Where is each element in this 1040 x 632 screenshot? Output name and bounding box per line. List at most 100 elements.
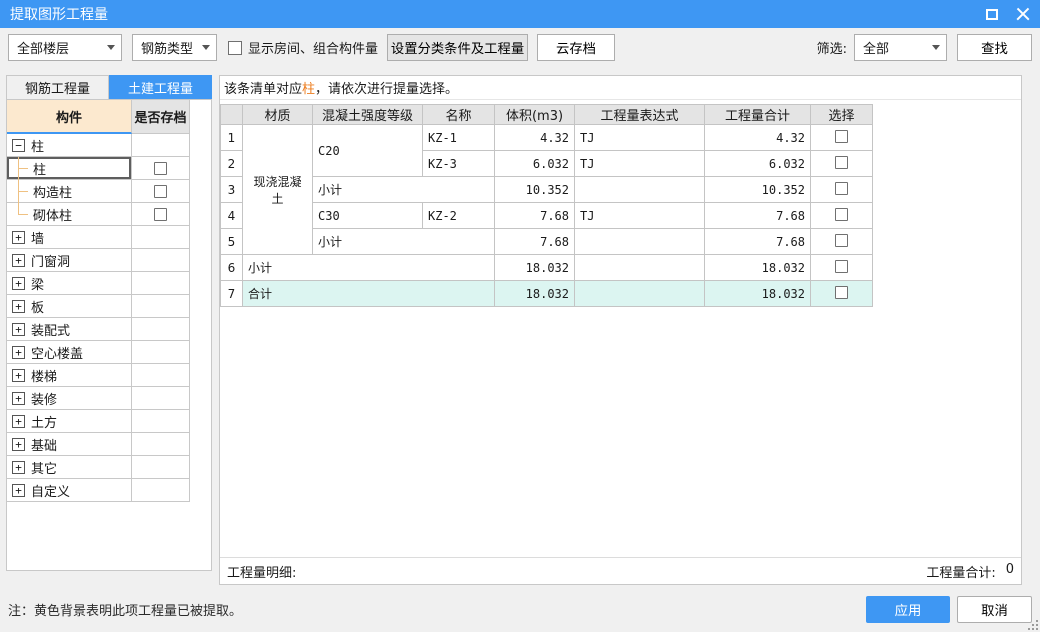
- find-button[interactable]: 查找: [957, 34, 1032, 61]
- tree-item-label-cell[interactable]: + 空心楼盖: [7, 341, 132, 364]
- row-number: 2: [220, 150, 243, 177]
- column-header-混凝土强度等级: 混凝土强度等级: [312, 104, 423, 125]
- tree-item-空心楼盖[interactable]: + 空心楼盖: [7, 341, 190, 364]
- expand-icon[interactable]: +: [12, 483, 25, 497]
- tree-item-label-cell[interactable]: 砌体柱: [7, 202, 132, 226]
- close-icon[interactable]: [1016, 7, 1030, 21]
- cell-total: 18.032: [704, 254, 811, 281]
- tree-item-label-cell[interactable]: + 板: [7, 295, 132, 318]
- tree-item-其它[interactable]: + 其它: [7, 456, 190, 479]
- rebar-type-dropdown[interactable]: 钢筋类型: [132, 34, 217, 61]
- select-checkbox[interactable]: [835, 285, 848, 299]
- tree-item-基础[interactable]: + 基础: [7, 433, 190, 456]
- cell-grade: 小计: [312, 228, 495, 255]
- row-number: 5: [220, 228, 243, 255]
- select-checkbox[interactable]: [835, 259, 848, 273]
- tree-item-土方[interactable]: + 土方: [7, 410, 190, 433]
- tab-rebar-quantity[interactable]: 钢筋工程量: [6, 75, 109, 99]
- cell-name: KZ-1: [422, 124, 495, 151]
- expand-icon[interactable]: +: [12, 322, 25, 336]
- row-number-header: [220, 104, 243, 125]
- tree-item-门窗洞[interactable]: + 门窗洞: [7, 249, 190, 272]
- select-checkbox[interactable]: [835, 155, 848, 169]
- resize-grip[interactable]: [1028, 620, 1038, 630]
- archive-checkbox[interactable]: [154, 161, 167, 175]
- tree-item-楼梯[interactable]: + 楼梯: [7, 364, 190, 387]
- cloud-save-button[interactable]: 云存档: [537, 34, 616, 61]
- expand-icon[interactable]: +: [12, 391, 25, 405]
- column-header-工程量合计: 工程量合计: [704, 104, 811, 125]
- tree-item-label-cell[interactable]: + 土方: [7, 410, 132, 433]
- expand-icon[interactable]: +: [12, 368, 25, 382]
- expand-icon[interactable]: +: [12, 276, 25, 290]
- tree-item-label-cell[interactable]: 柱: [7, 156, 132, 180]
- tree-item-梁[interactable]: + 梁: [7, 272, 190, 295]
- cell-volume: 18.032: [494, 280, 575, 307]
- archive-cell: [132, 410, 190, 433]
- archive-checkbox[interactable]: [154, 184, 167, 198]
- tree-item-label: 墙: [31, 231, 45, 247]
- select-checkbox[interactable]: [835, 129, 848, 143]
- expand-icon[interactable]: +: [12, 460, 25, 474]
- select-checkbox[interactable]: [835, 207, 848, 221]
- set-conditions-button[interactable]: 设置分类条件及工程量: [387, 34, 529, 61]
- tree-item-label-cell[interactable]: + 门窗洞: [7, 249, 132, 272]
- table-row[interactable]: 7 合计 18.032 18.032: [220, 280, 873, 307]
- chevron-down-icon: [932, 45, 940, 50]
- tree-item-墙[interactable]: + 墙: [7, 226, 190, 249]
- table-row[interactable]: 6 小计 18.032 18.032: [220, 254, 873, 281]
- tree-item-label-cell[interactable]: + 楼梯: [7, 364, 132, 387]
- tree-item-自定义[interactable]: + 自定义: [7, 479, 190, 502]
- show-room-checkbox[interactable]: [228, 40, 242, 55]
- select-cell: [810, 176, 873, 203]
- tree-header: 构件 是否存档: [7, 100, 190, 134]
- apply-button[interactable]: 应用: [866, 595, 950, 623]
- tree-item-label-cell[interactable]: + 其它: [7, 456, 132, 479]
- tree-item-label-cell[interactable]: + 基础: [7, 433, 132, 456]
- cancel-button[interactable]: 取消: [957, 595, 1032, 623]
- table-row[interactable]: 5 小计 7.68 7.68: [220, 228, 873, 255]
- tree-item-label-cell[interactable]: 构造柱: [7, 179, 132, 203]
- expand-icon[interactable]: +: [12, 414, 25, 428]
- show-room-checkbox-group[interactable]: 显示房间、组合构件量: [228, 38, 378, 57]
- cell-volume: 6.032: [494, 150, 575, 177]
- table-row[interactable]: 1 现浇混凝土 C20 KZ-1 4.32 TJ 4.32: [220, 124, 873, 255]
- expand-icon[interactable]: +: [12, 437, 25, 451]
- expand-icon[interactable]: +: [12, 345, 25, 359]
- table-row[interactable]: 4 C30 KZ-2 7.68 TJ 7.68: [220, 202, 873, 229]
- select-checkbox[interactable]: [835, 181, 848, 195]
- expand-icon[interactable]: +: [12, 253, 25, 267]
- archive-checkbox[interactable]: [154, 207, 167, 221]
- tab-civil-quantity[interactable]: 土建工程量: [109, 75, 212, 99]
- tree-item-label-cell[interactable]: + 装配式: [7, 318, 132, 341]
- tree-item-装配式[interactable]: + 装配式: [7, 318, 190, 341]
- archive-cell: [132, 180, 190, 203]
- archive-cell: [132, 364, 190, 387]
- tree-item-砌体柱[interactable]: 砌体柱: [7, 202, 190, 226]
- tree-item-label-cell[interactable]: + 墙: [7, 226, 132, 249]
- filter-dropdown[interactable]: 全部: [854, 34, 947, 61]
- maximize-icon[interactable]: [986, 8, 998, 20]
- chevron-down-icon: [202, 45, 210, 50]
- tree-item-构造柱[interactable]: 构造柱: [7, 179, 190, 203]
- cell-volume: 10.352: [494, 176, 575, 203]
- table-row[interactable]: 3 小计 10.352 10.352: [220, 176, 873, 203]
- dialog-footer: 注：黄色背景表明此项工程量已被提取。 应用 取消: [8, 595, 1032, 623]
- expand-icon[interactable]: +: [12, 230, 25, 244]
- tree-item-label-cell[interactable]: + 梁: [7, 272, 132, 295]
- tree-item-装修[interactable]: + 装修: [7, 387, 190, 410]
- tree-item-label-cell[interactable]: + 装修: [7, 387, 132, 410]
- tree-item-柱[interactable]: − 柱: [7, 134, 190, 157]
- expand-icon[interactable]: +: [12, 299, 25, 313]
- tree-branch-line-icon: [12, 202, 29, 226]
- collapse-icon[interactable]: −: [12, 138, 25, 152]
- cell-volume: 7.68: [494, 228, 575, 255]
- tree-item-label-cell[interactable]: − 柱: [7, 134, 132, 157]
- tree-item-label-cell[interactable]: + 自定义: [7, 479, 132, 502]
- select-checkbox[interactable]: [835, 233, 848, 247]
- cell-material: 合计: [242, 280, 495, 307]
- tree-item-柱[interactable]: 柱: [7, 156, 190, 180]
- tree-item-板[interactable]: + 板: [7, 295, 190, 318]
- floor-dropdown[interactable]: 全部楼层: [8, 34, 122, 61]
- message-prefix: 该条清单对应: [224, 82, 303, 97]
